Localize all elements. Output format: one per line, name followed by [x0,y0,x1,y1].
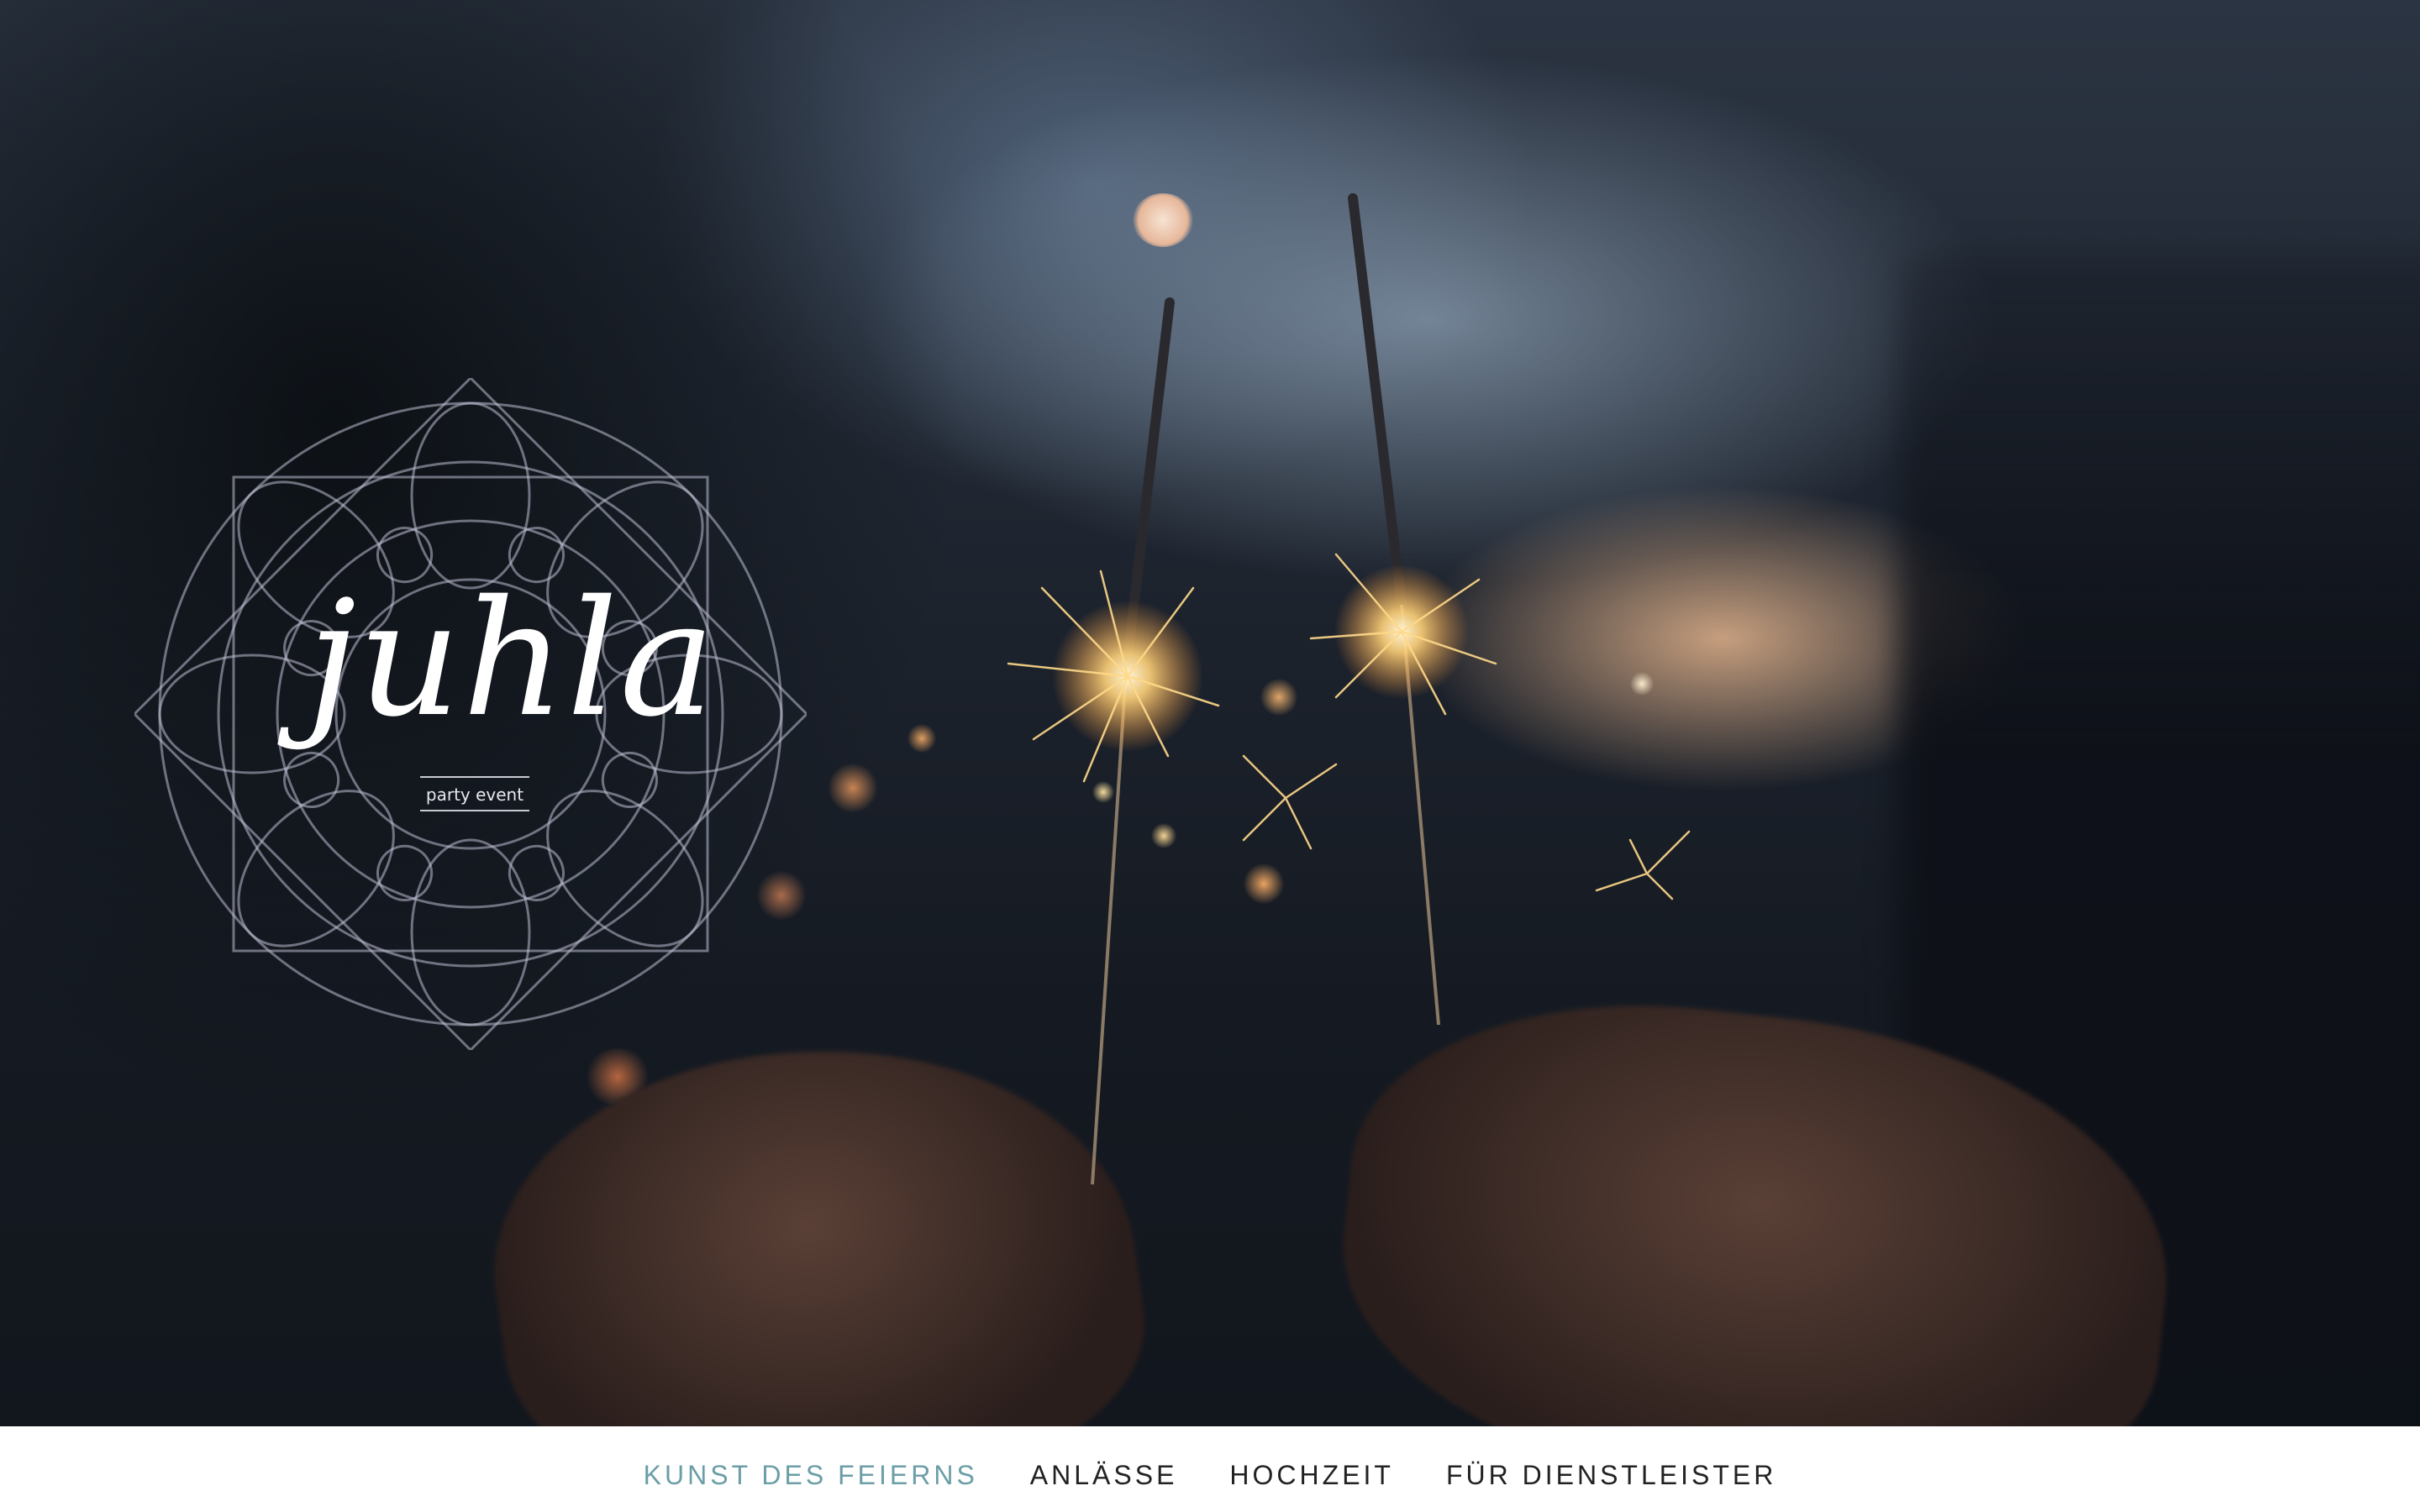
sparkler-stick [1348,193,1407,610]
logo-tagline: party event [420,776,529,811]
site-logo[interactable]: juhla party event [132,375,809,1053]
nav-item-fuer-dienstleister[interactable]: FÜR DIENSTLEISTER [1446,1448,1776,1491]
hero-image: juhla party event [0,0,2420,1426]
nav-item-anlaesse[interactable]: ANLÄSSE [1030,1448,1178,1491]
nav-item-hochzeit[interactable]: HOCHZEIT [1229,1448,1394,1491]
logo-wordmark: juhla [307,566,717,752]
main-navigation: KUNST DES FEIERNS ANLÄSSE HOCHZEIT FÜR D… [0,1426,2420,1512]
nav-item-kunst-des-feierns[interactable]: KUNST DES FEIERNS [644,1448,978,1491]
